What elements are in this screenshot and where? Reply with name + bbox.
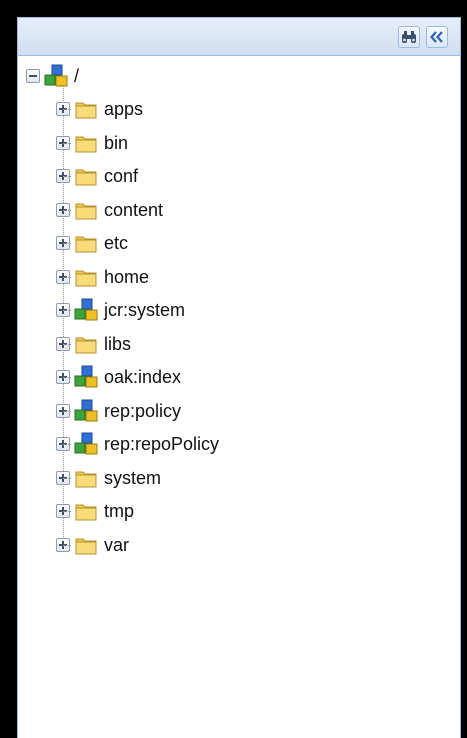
tree-node-label[interactable]: apps xyxy=(104,99,143,120)
tree-connector-line xyxy=(63,478,71,479)
window-frame: / apps bin conf content etc home jcr:system libs… xyxy=(0,0,467,738)
tree-node[interactable]: oak:index xyxy=(56,362,181,392)
tree-node-label[interactable]: tmp xyxy=(104,501,134,522)
binoculars-icon xyxy=(402,31,416,43)
node-cubes-icon xyxy=(73,298,99,322)
folder-icon xyxy=(73,131,99,155)
tree-connector-line xyxy=(63,511,71,512)
folder-icon xyxy=(73,198,99,222)
node-cubes-icon xyxy=(73,432,99,456)
node-cubes-icon xyxy=(73,399,99,423)
folder-icon xyxy=(73,499,99,523)
tree-connector-line xyxy=(63,143,71,144)
folder-icon xyxy=(73,466,99,490)
panel-header xyxy=(18,18,460,56)
tree-connector-line xyxy=(63,277,71,278)
collapse-toggle-icon[interactable] xyxy=(26,69,40,83)
tree-connector-line xyxy=(63,176,71,177)
tree-node-label[interactable]: conf xyxy=(104,166,138,187)
tree-node-label[interactable]: libs xyxy=(104,334,131,355)
repository-tree-panel: / apps bin conf content etc home jcr:system libs… xyxy=(17,17,461,738)
tree-node-label[interactable]: etc xyxy=(104,233,128,254)
tree-node-root[interactable]: / xyxy=(26,61,79,91)
tree-node-label[interactable]: oak:index xyxy=(104,367,181,388)
node-cubes-icon xyxy=(43,64,69,88)
tree-node-label[interactable]: rep:policy xyxy=(104,401,181,422)
tree-connector-line xyxy=(63,109,71,110)
collapse-panel-button[interactable] xyxy=(426,26,448,48)
tree-connector-line xyxy=(63,310,71,311)
tree-connector-line xyxy=(63,210,71,211)
tree-node[interactable]: system xyxy=(56,463,161,493)
tree-node-label[interactable]: content xyxy=(104,200,163,221)
folder-icon xyxy=(73,265,99,289)
folder-icon xyxy=(73,97,99,121)
tree-node-label[interactable]: / xyxy=(74,66,79,87)
folder-icon xyxy=(73,231,99,255)
double-chevron-left-icon xyxy=(430,31,443,43)
tree-connector-line xyxy=(63,344,71,345)
tree-node[interactable]: jcr:system xyxy=(56,295,185,325)
tree-connector-line xyxy=(63,243,71,244)
tree-connector-line xyxy=(63,444,71,445)
tree-node[interactable]: content xyxy=(56,195,163,225)
tree-connector-line xyxy=(63,411,71,412)
tree-connector-line xyxy=(63,545,71,546)
tree-node-label[interactable]: var xyxy=(104,535,129,556)
tree-node-label[interactable]: home xyxy=(104,267,149,288)
tree-node-label[interactable]: jcr:system xyxy=(104,300,185,321)
tree-node[interactable]: rep:policy xyxy=(56,396,181,426)
tree-node[interactable]: rep:repoPolicy xyxy=(56,429,219,459)
find-button[interactable] xyxy=(398,26,420,48)
node-cubes-icon xyxy=(73,365,99,389)
folder-icon xyxy=(73,332,99,356)
folder-icon xyxy=(73,533,99,557)
tree-node-label[interactable]: bin xyxy=(104,133,128,154)
tree-node-label[interactable]: rep:repoPolicy xyxy=(104,434,219,455)
folder-icon xyxy=(73,164,99,188)
tree-connector-line xyxy=(63,377,71,378)
tree-node-label[interactable]: system xyxy=(104,468,161,489)
